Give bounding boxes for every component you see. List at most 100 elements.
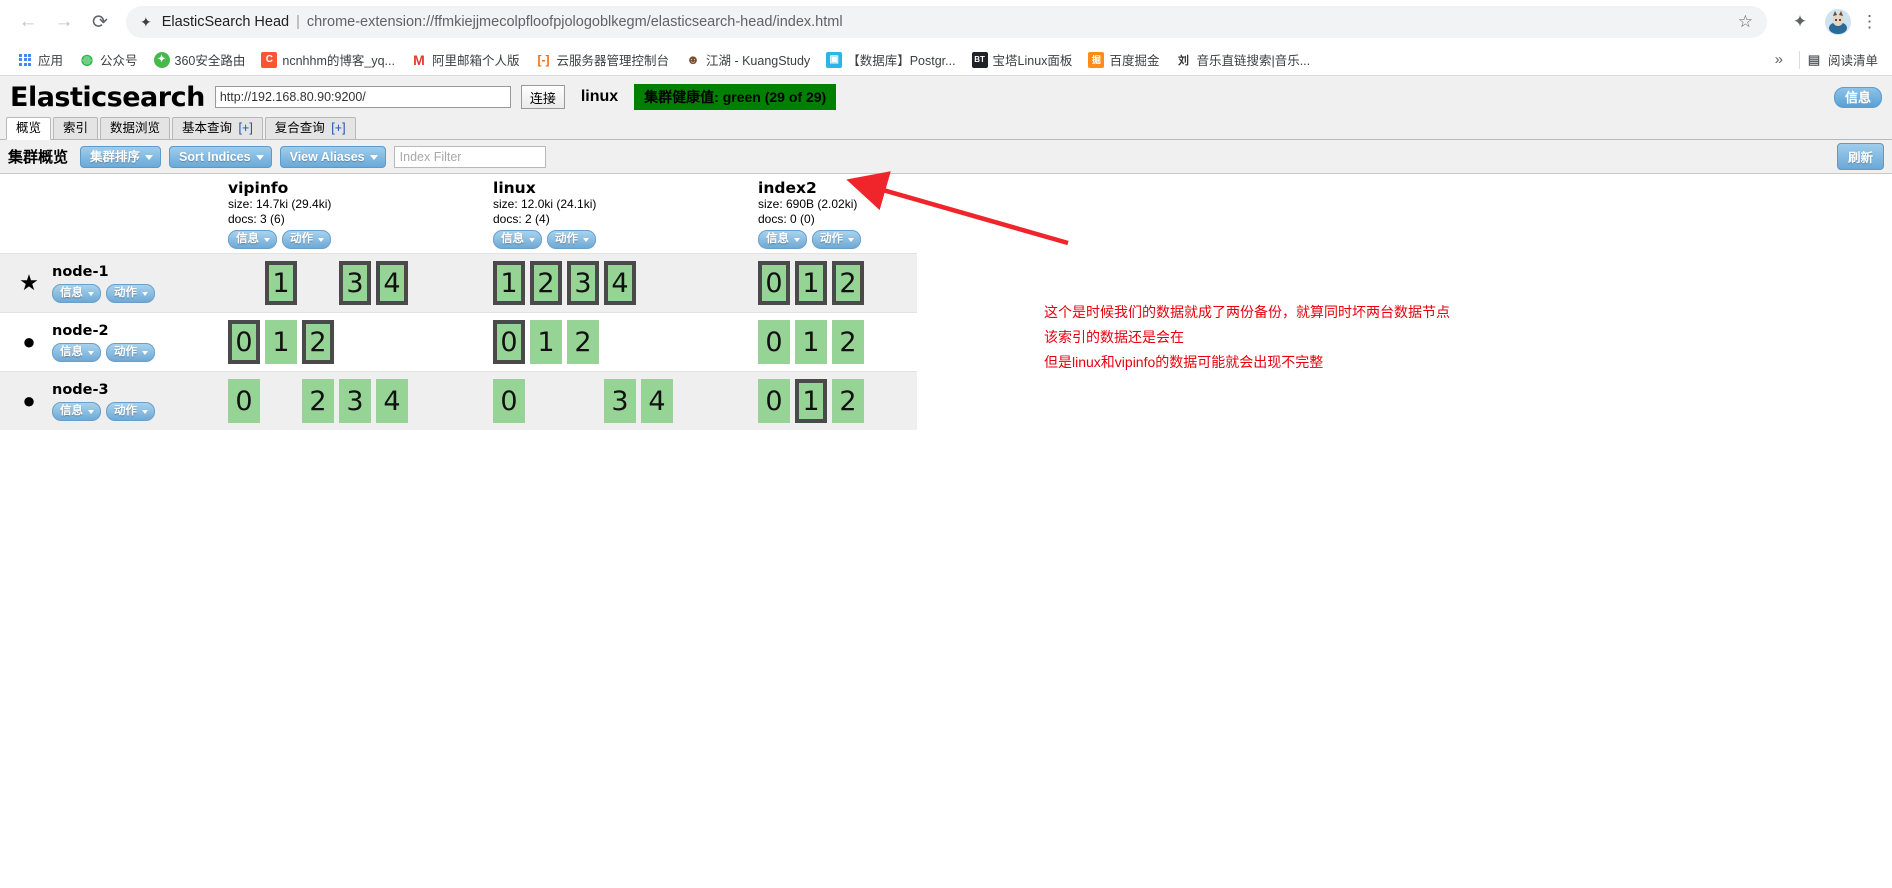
shard-replica[interactable]: 0 xyxy=(758,379,790,423)
index-info-button[interactable]: 信息 xyxy=(758,230,807,249)
shard-primary[interactable]: 1 xyxy=(265,261,297,305)
node-name: node-3 xyxy=(52,381,109,398)
bookmark-item[interactable]: 掘 百度掘金 xyxy=(1081,47,1166,72)
reading-list-button[interactable]: ▤ 阅读清单 xyxy=(1805,50,1882,69)
avatar[interactable] xyxy=(1825,9,1851,35)
master-node-star-icon: ★ xyxy=(19,270,39,295)
tab-indices[interactable]: 索引 xyxy=(53,117,99,139)
shard-replica[interactable]: 4 xyxy=(641,379,673,423)
shard-replica[interactable]: 2 xyxy=(832,379,864,423)
bookmark-item[interactable]: ◍ 公众号 xyxy=(72,47,145,72)
shard-replica[interactable]: 1 xyxy=(795,320,827,364)
cluster-overview-grid: vipinfo size: 14.7ki (29.4ki) docs: 3 (6… xyxy=(0,174,917,430)
sort-indices-button[interactable]: Sort Indices xyxy=(169,145,272,168)
shard-primary[interactable]: 1 xyxy=(795,379,827,423)
bookmark-item[interactable]: C ncnhhm的博客_yq... xyxy=(254,47,402,72)
node-action-button[interactable]: 动作 xyxy=(106,342,155,362)
connect-button[interactable]: 连接 xyxy=(520,85,565,109)
bookmark-item[interactable]: M 阿里邮箱个人版 xyxy=(404,47,527,72)
liu-icon: 刘 xyxy=(1175,51,1192,68)
view-aliases-button[interactable]: View Aliases xyxy=(279,145,386,168)
tab-basic-query[interactable]: 基本查询 [+] xyxy=(172,117,263,139)
shard-replica[interactable]: 2 xyxy=(302,379,334,423)
shard-replica[interactable]: 1 xyxy=(530,320,562,364)
shard-primary[interactable]: 4 xyxy=(376,261,408,305)
bookmark-label: 宝塔Linux面板 xyxy=(992,54,1073,68)
shard-cell-linux: 012 xyxy=(493,313,758,371)
forward-icon[interactable]: → xyxy=(46,4,82,40)
index-size: size: 12.0ki (24.1ki) xyxy=(493,197,597,211)
header-info-button[interactable]: 信息 xyxy=(1833,87,1882,108)
node-info-button[interactable]: 信息 xyxy=(52,283,101,303)
bookmark-item[interactable]: 刘 音乐直链搜索|音乐... xyxy=(1168,47,1317,72)
tab-plus-icon[interactable]: [+] xyxy=(331,121,345,135)
index-info-button[interactable]: 信息 xyxy=(493,230,542,249)
omnibox-url: chrome-extension://ffmkiejjmecolpfloofpj… xyxy=(306,14,843,30)
bookmark-item[interactable]: ✦ 360安全路由 xyxy=(147,47,253,72)
shard-primary[interactable]: 2 xyxy=(530,261,562,305)
bookmarks-bar: 应用 ◍ 公众号 ✦ 360安全路由 C ncnhhm的博客_yq... M 阿… xyxy=(0,44,1892,76)
node-meta: node-3 信息 动作 xyxy=(52,382,155,421)
index-actions: 信息 动作 xyxy=(228,230,493,249)
shard-replica[interactable]: 3 xyxy=(604,379,636,423)
reload-icon[interactable]: ⟳ xyxy=(82,4,118,40)
cluster-url-input[interactable] xyxy=(214,86,511,108)
shard-replica[interactable]: 3 xyxy=(339,379,371,423)
shard-primary[interactable]: 1 xyxy=(795,261,827,305)
index-filter-input[interactable] xyxy=(393,145,546,168)
shard-primary[interactable]: 3 xyxy=(339,261,371,305)
bt-icon: BT xyxy=(971,51,988,68)
tab-label: 概览 xyxy=(16,121,42,135)
chrome-menu-icon[interactable]: ⋮ xyxy=(1861,12,1878,32)
bookmark-item[interactable]: ▣ 【数据库】Postgr... xyxy=(819,47,962,72)
node-action-button[interactable]: 动作 xyxy=(106,283,155,303)
bookmark-label: 江湖 - KuangStudy xyxy=(705,54,811,68)
node-info-button[interactable]: 信息 xyxy=(52,342,101,362)
index-action-button[interactable]: 动作 xyxy=(547,230,596,249)
node-row: ● node-3 信息 动作 0 2 3 4 0 3 4 0 1 2 xyxy=(0,371,917,430)
back-icon[interactable]: ← xyxy=(10,4,46,40)
grid-corner xyxy=(0,174,228,253)
shard-primary[interactable]: 2 xyxy=(832,261,864,305)
bookmark-item[interactable]: ☻ 江湖 - KuangStudy xyxy=(678,47,817,72)
tab-overview[interactable]: 概览 xyxy=(6,117,52,140)
node-info: ★ node-1 信息 动作 xyxy=(0,254,228,312)
index-action-button[interactable]: 动作 xyxy=(812,230,861,249)
tab-composite-query[interactable]: 复合查询 [+] xyxy=(264,117,356,139)
csdn-icon: C xyxy=(261,51,278,68)
index-info-button[interactable]: 信息 xyxy=(228,230,277,249)
shard-primary[interactable]: 4 xyxy=(604,261,636,305)
shard-primary[interactable]: 2 xyxy=(302,320,334,364)
shard-primary[interactable]: 0 xyxy=(228,320,260,364)
extension-puzzle-icon: ✦ xyxy=(140,13,152,30)
shard-replica[interactable]: 2 xyxy=(832,320,864,364)
header-right: 信息 xyxy=(1833,87,1882,108)
tab-plus-icon[interactable]: [+] xyxy=(239,121,253,135)
cluster-sort-button[interactable]: 集群排序 xyxy=(80,145,162,168)
shard-replica[interactable]: 0 xyxy=(758,320,790,364)
bookmark-item[interactable]: BT 宝塔Linux面板 xyxy=(965,47,1080,72)
shard-replica[interactable]: 1 xyxy=(265,320,297,364)
extensions-icon[interactable]: ✦ xyxy=(1785,7,1815,37)
tab-data-browse[interactable]: 数据浏览 xyxy=(100,117,171,139)
shard-primary[interactable]: 3 xyxy=(567,261,599,305)
node-meta: node-2 信息 动作 xyxy=(52,323,155,362)
shard-primary[interactable]: 0 xyxy=(493,320,525,364)
node-info-button[interactable]: 信息 xyxy=(52,401,101,421)
shard-primary[interactable]: 0 xyxy=(758,261,790,305)
index-action-button[interactable]: 动作 xyxy=(282,230,331,249)
node-action-button[interactable]: 动作 xyxy=(106,401,155,421)
shard-primary[interactable]: 1 xyxy=(493,261,525,305)
shard-replica[interactable]: 0 xyxy=(228,379,260,423)
shard-replica[interactable]: 0 xyxy=(493,379,525,423)
bookmark-apps[interactable]: 应用 xyxy=(10,47,70,72)
refresh-button[interactable]: 刷新 xyxy=(1836,143,1884,170)
bookmark-item[interactable]: [-] 云服务器管理控制台 xyxy=(528,47,676,72)
address-bar[interactable]: ✦ ElasticSearch Head | chrome-extension:… xyxy=(126,6,1767,38)
node-meta: node-1 信息 动作 xyxy=(52,264,155,303)
shard-replica[interactable]: 2 xyxy=(567,320,599,364)
node-name: node-1 xyxy=(52,263,109,280)
bookmark-star-icon[interactable]: ☆ xyxy=(1726,12,1753,32)
shard-replica[interactable]: 4 xyxy=(376,379,408,423)
bookmarks-overflow-icon[interactable]: » xyxy=(1765,51,1793,68)
